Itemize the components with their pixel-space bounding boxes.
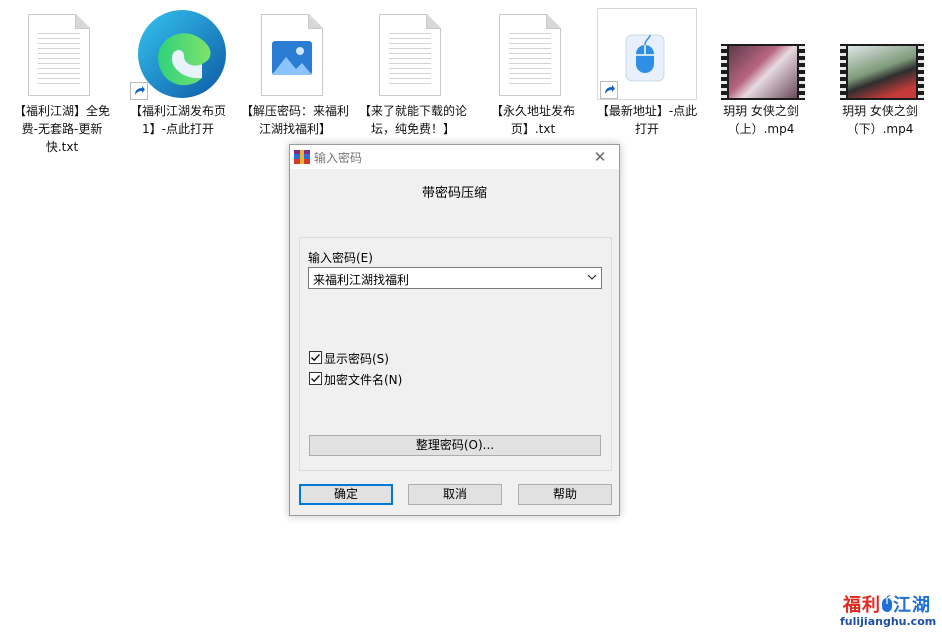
edge-shortcut-icon [128,8,228,100]
show-password-label: 显示密码(S) [324,352,389,366]
dialog-subtitle: 带密码压缩 [421,186,487,201]
close-icon[interactable]: ✕ [587,146,613,168]
desktop-icon-label: 【解压密码：来福利江湖找福利】 [241,104,350,136]
desktop-icon-label: 【福利江湖发布页1】-点此打开 [129,104,226,136]
shortcut-arrow-icon [130,82,148,100]
desktop-icon-edge-shortcut[interactable]: 【福利江湖发布页1】-点此打开 [122,8,234,138]
desktop-icon-txt-3[interactable]: 【永久地址发布页】.txt [477,8,589,138]
mouse-shortcut-icon [597,8,697,100]
shortcut-arrow-icon [600,81,618,99]
desktop-icon-video-1[interactable]: 玥玥 女侠之剑（上）.mp4 [705,8,817,138]
desktop-icon-txt-1[interactable]: 【福利江湖】全免费-无套路-更新快.txt [6,8,118,156]
image-file-icon [245,8,345,100]
password-dialog: 输入密码 ✕ 带密码压缩 输入密码(E) 来福利江湖找福利 显示密码(S) 加密… [289,144,620,516]
desktop-icon-label: 【福利江湖】全免费-无套路-更新快.txt [13,104,110,154]
winrar-icon [294,150,310,164]
help-button[interactable]: 帮助 [518,484,612,505]
watermark-logo: 福利 江湖 fulijianghu.com [840,594,937,628]
desktop-icon-label: 玥玥 女侠之剑（上）.mp4 [723,104,799,136]
desktop-icon-url-shortcut[interactable]: 【最新地址】-点此打开 [591,8,703,138]
ok-button[interactable]: 确定 [299,484,393,505]
desktop-icon-video-2[interactable]: 玥玥 女侠之剑（下）.mp4 [824,8,936,138]
text-file-icon [483,8,583,100]
organize-passwords-button[interactable]: 整理密码(O)... [309,435,601,456]
desktop-icon-txt-2[interactable]: 【来了就能下载的论坛，纯免费！】 [357,8,469,138]
show-password-checkbox[interactable] [309,351,322,364]
video-file-icon [830,8,930,100]
encrypt-filenames-label: 加密文件名(N) [324,373,403,387]
cancel-button[interactable]: 取消 [408,484,502,505]
desktop-icon-label: 玥玥 女侠之剑（下）.mp4 [842,104,918,136]
chevron-down-icon[interactable] [587,271,597,283]
encrypt-filenames-checkbox[interactable] [309,372,322,385]
video-file-icon [711,8,811,100]
watermark-title: 福利 江湖 [843,594,931,616]
watermark-url: fulijianghu.com [840,615,937,628]
password-input[interactable]: 来福利江湖找福利 [313,271,409,288]
text-file-icon [363,8,463,100]
desktop-icon-label: 【来了就能下载的论坛，纯免费！】 [359,104,468,136]
desktop-icon-image-file[interactable]: 【解压密码：来福利江湖找福利】 [239,8,351,138]
desktop-icon-label: 【最新地址】-点此打开 [596,104,698,136]
desktop-icon-label: 【永久地址发布页】.txt [490,104,575,136]
dialog-title: 输入密码 [314,151,363,165]
text-file-icon [12,8,112,100]
password-label: 输入密码(E) [308,251,373,265]
password-combobox[interactable]: 来福利江湖找福利 [308,267,602,289]
dialog-titlebar[interactable]: 输入密码 ✕ [290,145,619,169]
